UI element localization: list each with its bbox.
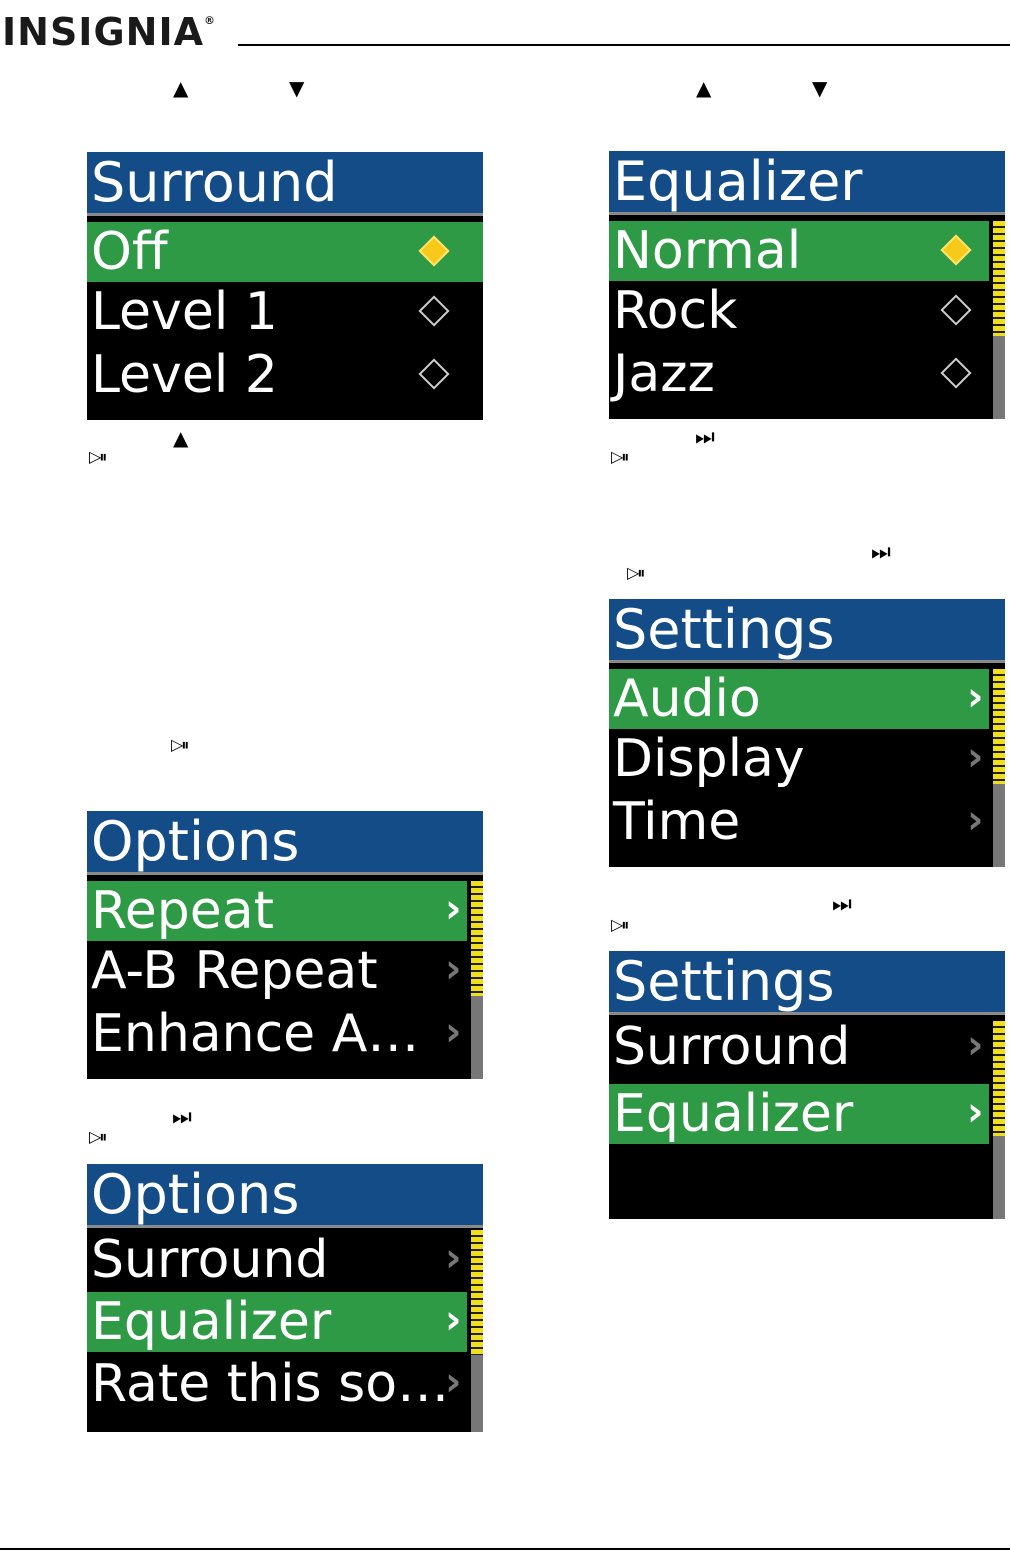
menu-item[interactable]: Rock bbox=[609, 281, 989, 341]
chevron-right-icon: › bbox=[445, 1009, 462, 1055]
chevron-right-icon: › bbox=[445, 1359, 462, 1405]
play-pause-icon: ▷⏸ bbox=[89, 447, 107, 466]
brand-logo: INSIGNIA® bbox=[2, 10, 216, 54]
up-arrow-icon: ▲ bbox=[173, 426, 189, 450]
menu-item[interactable]: Display › bbox=[609, 729, 989, 789]
chevron-right-icon: › bbox=[967, 1089, 984, 1135]
menu-item[interactable]: Rate this so… › bbox=[87, 1354, 467, 1414]
menu-item[interactable]: Level 2 bbox=[87, 345, 483, 405]
chevron-right-icon: › bbox=[445, 946, 462, 992]
play-pause-icon: ▷⏸ bbox=[627, 563, 645, 582]
scrollbar-thumb[interactable] bbox=[993, 669, 1005, 784]
chevron-right-icon: › bbox=[967, 674, 984, 720]
menu-item[interactable]: Repeat › bbox=[87, 881, 467, 941]
radio-icon bbox=[418, 295, 450, 327]
play-pause-icon: ▷⏸ bbox=[171, 735, 189, 754]
scrollbar[interactable] bbox=[471, 1230, 483, 1432]
menu-item[interactable]: Surround › bbox=[609, 1017, 989, 1077]
chevron-right-icon: › bbox=[445, 886, 462, 932]
menu-item[interactable]: Surround › bbox=[87, 1230, 467, 1290]
settings-screen: Settings Surround › Equalizer › bbox=[609, 951, 1005, 1219]
surround-screen: Surround Off Level 1 Level 2 bbox=[87, 152, 483, 420]
scrollbar[interactable] bbox=[993, 669, 1005, 867]
chevron-right-icon: › bbox=[967, 734, 984, 780]
screen-title: Options bbox=[87, 811, 483, 875]
play-pause-icon: ▷⏸ bbox=[611, 447, 629, 466]
chevron-right-icon: › bbox=[445, 1235, 462, 1281]
equalizer-screen: Equalizer Normal Rock Jazz bbox=[609, 151, 1005, 419]
options-screen: Options Surround › Equalizer › Rate this… bbox=[87, 1164, 483, 1432]
next-track-icon: ⏭ bbox=[695, 425, 715, 450]
header-rule bbox=[238, 44, 1010, 46]
selected-radio-icon bbox=[418, 235, 450, 267]
screen-title: Settings bbox=[609, 951, 1005, 1015]
up-arrow-icon: ▲ bbox=[173, 76, 189, 100]
screen-title: Options bbox=[87, 1164, 483, 1228]
menu-item[interactable]: Jazz bbox=[609, 344, 989, 404]
footer-rule bbox=[0, 1548, 1010, 1550]
scrollbar-thumb[interactable] bbox=[993, 1021, 1005, 1136]
selected-radio-icon bbox=[940, 234, 972, 266]
menu-item[interactable]: Normal bbox=[609, 221, 989, 281]
chevron-right-icon: › bbox=[967, 797, 984, 843]
up-arrow-icon: ▲ bbox=[696, 76, 712, 100]
menu-item[interactable]: A-B Repeat › bbox=[87, 941, 467, 1001]
play-pause-icon: ▷⏸ bbox=[611, 915, 629, 934]
screen-title: Equalizer bbox=[609, 151, 1005, 215]
options-screen: Options Repeat › A-B Repeat › Enhance A…… bbox=[87, 811, 483, 1079]
menu-item[interactable]: Enhance A… › bbox=[87, 1004, 467, 1064]
menu-item[interactable]: Off bbox=[87, 222, 483, 282]
down-arrow-icon: ▼ bbox=[289, 76, 305, 100]
menu-item[interactable]: Time › bbox=[609, 792, 989, 852]
screen-title: Settings bbox=[609, 599, 1005, 663]
menu-item[interactable]: Audio › bbox=[609, 669, 989, 729]
scrollbar[interactable] bbox=[471, 881, 483, 1079]
scrollbar-thumb[interactable] bbox=[993, 221, 1005, 336]
radio-icon bbox=[418, 358, 450, 390]
menu-item[interactable]: Equalizer › bbox=[87, 1292, 467, 1352]
scrollbar-thumb[interactable] bbox=[471, 881, 483, 996]
chevron-right-icon: › bbox=[445, 1297, 462, 1343]
menu-item[interactable]: Equalizer › bbox=[609, 1084, 989, 1144]
settings-screen: Settings Audio › Display › Time › bbox=[609, 599, 1005, 867]
radio-icon bbox=[940, 357, 972, 389]
down-arrow-icon: ▼ bbox=[812, 76, 828, 100]
scrollbar[interactable] bbox=[993, 221, 1005, 419]
menu-item[interactable]: Level 1 bbox=[87, 282, 483, 342]
next-track-icon: ⏭ bbox=[832, 892, 852, 917]
next-track-icon: ⏭ bbox=[172, 1105, 192, 1130]
play-pause-icon: ▷⏸ bbox=[89, 1127, 107, 1146]
scrollbar-thumb[interactable] bbox=[471, 1230, 483, 1355]
chevron-right-icon: › bbox=[967, 1022, 984, 1068]
radio-icon bbox=[940, 294, 972, 326]
screen-title: Surround bbox=[87, 152, 483, 216]
scrollbar[interactable] bbox=[993, 1021, 1005, 1219]
next-track-icon: ⏭ bbox=[871, 540, 891, 565]
